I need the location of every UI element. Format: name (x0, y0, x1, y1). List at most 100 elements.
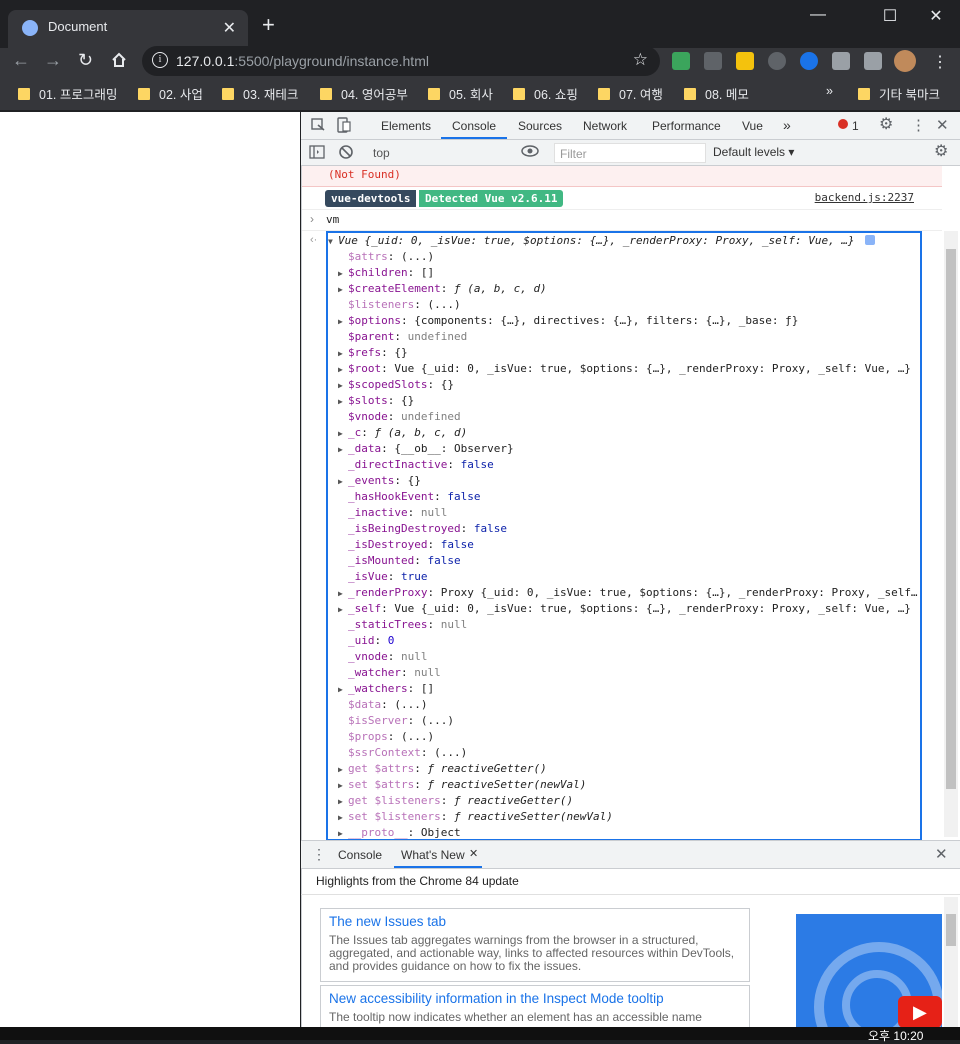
property-row[interactable]: ▶ get $listeners: ƒ reactiveGetter() (338, 794, 573, 810)
expand-triangle-icon[interactable]: ▶ (338, 477, 348, 486)
property-row[interactable]: ▶ set $listeners: ƒ reactiveSetter(newVal… (338, 810, 613, 826)
drawer-tab-whats-new[interactable]: What's New (401, 848, 465, 862)
property-row[interactable]: ▶ _data: {__ob__: Observer} (338, 442, 514, 458)
context-selector[interactable]: top (373, 146, 390, 160)
youtube-play-icon[interactable]: ▶ (898, 996, 942, 1028)
tab-elements[interactable]: Elements (381, 119, 431, 133)
puzzle-icon[interactable] (832, 52, 850, 70)
whats-new-card[interactable]: New accessibility information in the Ins… (320, 985, 750, 1031)
property-row[interactable]: ▶ $slots: {} (338, 394, 414, 410)
extension-icon[interactable] (704, 52, 722, 70)
bookmark-folder[interactable]: 02. 사업 (138, 84, 203, 103)
browser-tab[interactable]: Document ✕ (8, 10, 248, 48)
extension-icon[interactable] (768, 52, 786, 70)
extension-icon[interactable] (736, 52, 754, 70)
log-levels-dropdown[interactable]: Default levels ▾ (713, 145, 794, 159)
expand-triangle-icon[interactable]: ▶ (338, 605, 348, 614)
expand-triangle-icon[interactable]: ▶ (338, 589, 348, 598)
media-icon[interactable] (864, 52, 882, 70)
property-row[interactable]: ▶ _events: {} (338, 474, 421, 490)
property-row[interactable]: ▶ set $attrs: ƒ reactiveSetter(newVal) (338, 778, 586, 794)
info-icon[interactable] (865, 235, 876, 245)
bookmark-folder[interactable]: 04. 영어공부 (320, 84, 408, 103)
card-title[interactable]: New accessibility information in the Ins… (329, 991, 664, 1006)
drawer-menu-icon[interactable]: ⋮ (312, 846, 326, 863)
bookmark-star-icon[interactable]: ☆ (633, 50, 648, 70)
inspect-element-icon[interactable] (311, 118, 325, 132)
card-title[interactable]: The new Issues tab (329, 914, 446, 929)
other-bookmarks-folder[interactable]: 기타 북마크 (858, 84, 940, 103)
bookmark-folder[interactable]: 03. 재테크 (222, 84, 298, 103)
clock-extension-icon[interactable] (800, 52, 818, 70)
expand-triangle-icon[interactable]: ▶ (338, 397, 348, 406)
tab-vue[interactable]: Vue (742, 119, 763, 133)
close-drawer-icon[interactable]: ✕ (935, 845, 948, 863)
expand-triangle-icon[interactable]: ▶ (338, 349, 348, 358)
reload-icon[interactable]: ↻ (78, 50, 93, 71)
bookmark-folder[interactable]: 06. 쇼핑 (513, 84, 578, 103)
expand-triangle-icon[interactable]: ▶ (338, 381, 348, 390)
whats-new-card[interactable]: The new Issues tab The Issues tab aggreg… (320, 908, 750, 982)
property-row[interactable]: ▶ $createElement: ƒ (a, b, c, d) (338, 282, 547, 298)
new-tab-button[interactable]: + (262, 12, 275, 38)
tab-console[interactable]: Console (452, 119, 496, 133)
avatar[interactable] (894, 50, 916, 72)
property-row[interactable]: ▶ $refs: {} (338, 346, 408, 362)
address-bar[interactable]: i 127.0.0.1:5500/playground/instance.htm… (142, 46, 660, 76)
property-row[interactable]: ▶ _c: ƒ (a, b, c, d) (338, 426, 467, 442)
property-row[interactable]: ▶ $root: Vue {_uid: 0, _isVue: true, $opt… (338, 362, 911, 378)
expand-triangle-icon[interactable]: ▼ (328, 237, 338, 246)
expand-triangle-icon[interactable]: ▶ (338, 429, 348, 438)
bookmark-folder[interactable]: 01. 프로그래밍 (18, 84, 117, 103)
filter-input[interactable]: Filter (554, 143, 706, 163)
bookmark-folder[interactable]: 07. 여행 (598, 84, 663, 103)
expand-triangle-icon[interactable]: ▶ (338, 685, 348, 694)
source-link[interactable]: backend.js:2237 (815, 191, 914, 204)
property-row[interactable]: ▶ _watchers: [] (338, 682, 434, 698)
property-row[interactable]: ▶ __proto__: Object (338, 826, 461, 839)
expand-triangle-icon[interactable]: ▶ (338, 365, 348, 374)
console-scroll-thumb[interactable] (946, 249, 956, 789)
drawer-tab-console[interactable]: Console (338, 848, 382, 862)
object-inspector[interactable]: ▼ Vue {_uid: 0, _isVue: true, $options: {… (326, 231, 922, 841)
forward-icon[interactable]: → (44, 50, 62, 71)
property-row[interactable]: ▶ $scopedSlots: {} (338, 378, 454, 394)
expand-triangle-icon[interactable]: ▶ (338, 317, 348, 326)
more-tabs-button[interactable]: » (783, 117, 791, 133)
info-icon[interactable]: i (152, 52, 168, 68)
home-icon[interactable] (110, 51, 128, 69)
expand-triangle-icon[interactable]: ▶ (338, 813, 348, 822)
property-row[interactable]: ▶ get $attrs: ƒ reactiveGetter() (338, 762, 547, 778)
property-row[interactable]: ▶ $children: [] (338, 266, 434, 282)
close-window-button[interactable]: ✕ (914, 6, 958, 26)
back-icon[interactable]: ← (12, 50, 30, 71)
expand-triangle-icon[interactable]: ▶ (338, 781, 348, 790)
expand-triangle-icon[interactable]: ▶ (338, 765, 348, 774)
property-row[interactable]: ▶ _renderProxy: Proxy {_uid: 0, _isVue: t… (338, 586, 918, 602)
object-header[interactable]: ▼ Vue {_uid: 0, _isVue: true, $options: {… (328, 234, 876, 250)
expand-triangle-icon[interactable]: ▶ (338, 269, 348, 278)
bookmark-folder[interactable]: 05. 회사 (428, 84, 493, 103)
extension-icon[interactable] (672, 52, 690, 70)
error-count[interactable]: 1 (852, 119, 859, 133)
close-tab-icon[interactable]: ✕ (223, 18, 236, 38)
clear-console-icon[interactable] (338, 144, 354, 160)
console-settings-icon[interactable]: ⚙ (934, 141, 948, 161)
tab-sources[interactable]: Sources (518, 119, 562, 133)
close-devtools-icon[interactable]: ✕ (936, 116, 949, 134)
error-icon[interactable] (838, 119, 848, 129)
property-row[interactable]: ▶ $options: {components: {…}, directives:… (338, 314, 798, 330)
device-toolbar-icon[interactable] (337, 117, 351, 133)
menu-icon[interactable]: ⋮ (932, 52, 948, 72)
settings-gear-icon[interactable]: ⚙ (879, 114, 893, 134)
tab-network[interactable]: Network (583, 119, 627, 133)
sidebar-toggle-icon[interactable] (309, 145, 325, 159)
eye-icon[interactable] (521, 144, 539, 158)
bookmark-folder[interactable]: 08. 메모 (684, 84, 749, 103)
expand-triangle-icon[interactable]: ▶ (338, 797, 348, 806)
drawer-scroll-thumb[interactable] (946, 914, 956, 946)
property-row[interactable]: ▶ _self: Vue {_uid: 0, _isVue: true, $opt… (338, 602, 911, 618)
bookmarks-overflow-button[interactable]: » (826, 84, 833, 98)
expand-triangle-icon[interactable]: ▶ (338, 285, 348, 294)
close-tab-icon[interactable]: ✕ (469, 847, 478, 860)
